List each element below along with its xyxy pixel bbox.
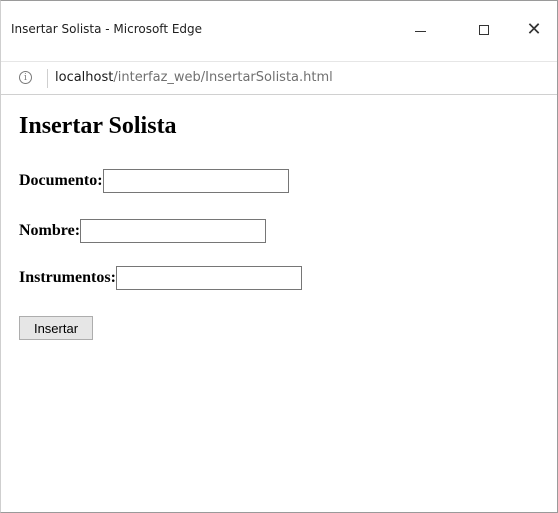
nombre-label: Nombre: <box>19 222 81 239</box>
nombre-row: Nombre: <box>19 219 267 243</box>
window-title: Insertar Solista - Microsoft Edge <box>11 22 203 36</box>
page-content: Insertar Solista Documento: Nombre: Inst… <box>1 95 557 512</box>
info-icon[interactable]: i <box>19 71 32 84</box>
insertar-button[interactable]: Insertar <box>19 316 93 340</box>
nombre-input[interactable] <box>80 219 267 243</box>
instrumentos-label: Instrumentos: <box>19 269 116 286</box>
maximize-button[interactable] <box>461 15 507 45</box>
documento-input[interactable] <box>102 169 289 193</box>
address-separator <box>47 69 48 88</box>
instrumentos-input[interactable] <box>115 266 302 290</box>
close-button[interactable]: ✕ <box>511 15 557 45</box>
url-host: localhost <box>55 70 114 85</box>
address-bar[interactable]: i localhost/interfaz_web/InsertarSolista… <box>1 61 557 95</box>
page-title: Insertar Solista <box>19 113 177 139</box>
info-glyph: i <box>24 72 27 83</box>
instrumentos-row: Instrumentos: <box>19 266 302 290</box>
maximize-icon <box>479 25 489 35</box>
url-path: /interfaz_web/InsertarSolista.html <box>113 70 333 85</box>
minimize-button[interactable] <box>397 15 443 45</box>
documento-label: Documento: <box>19 172 103 189</box>
browser-window: Insertar Solista - Microsoft Edge ✕ i lo… <box>0 0 558 513</box>
documento-row: Documento: <box>19 169 289 193</box>
url-text[interactable]: localhost/interfaz_web/InsertarSolista.h… <box>55 70 333 85</box>
close-icon: ✕ <box>526 19 542 40</box>
minimize-icon <box>414 30 426 32</box>
title-bar: Insertar Solista - Microsoft Edge ✕ <box>1 1 557 61</box>
